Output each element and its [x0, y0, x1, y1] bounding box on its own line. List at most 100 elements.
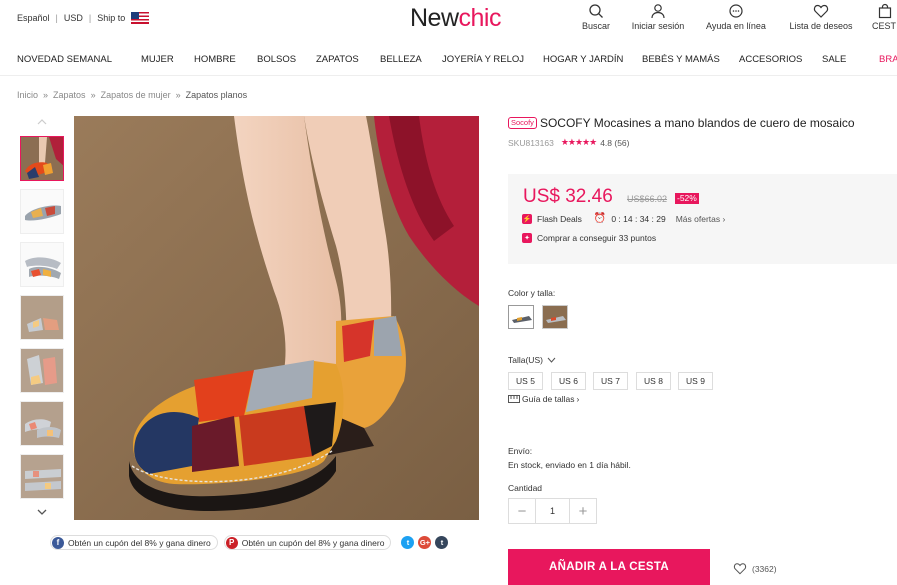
size-guide-link[interactable]: Guía de tallas ›: [508, 394, 579, 404]
logo-text-chic: chic: [458, 4, 502, 32]
breadcrumb-separator: »: [43, 90, 49, 100]
nav-item-mujer[interactable]: MUJER: [141, 54, 174, 65]
product-title: SOCOFY Mocasines a mano blandos de cuero…: [539, 116, 855, 130]
shipping-info: Envío: En stock, enviado en 1 día hábil.: [508, 446, 631, 470]
increase-quantity-button[interactable]: +: [570, 499, 596, 523]
quantity-label: Cantidad: [508, 483, 543, 493]
shipping-label: Envío:: [508, 446, 533, 456]
size-label-row[interactable]: Talla(US): [508, 355, 556, 365]
flash-deal-row: ⚡ Flash Deals ⏰ 0 : 14 : 34 : 29 Más ofe…: [522, 213, 725, 224]
product-thumbnail-image: [21, 190, 63, 233]
login-button[interactable]: Iniciar sesión: [628, 3, 688, 31]
language-selector[interactable]: Español: [17, 13, 50, 23]
thumbnail-6[interactable]: [20, 401, 64, 446]
nav-item-sale[interactable]: SALE: [822, 54, 846, 65]
thumbnail-2[interactable]: [20, 189, 64, 234]
nav-item-zapatos[interactable]: ZAPATOS: [316, 54, 359, 65]
nav-item-joyeria[interactable]: JOYERÍA Y RELOJ: [442, 54, 524, 65]
thumbnail-1[interactable]: [20, 136, 64, 181]
help-button[interactable]: Ayuda en línea: [702, 3, 770, 31]
brand-tag[interactable]: Socofy: [508, 117, 537, 129]
decrease-quantity-button[interactable]: −: [509, 499, 535, 523]
add-to-wishlist-button[interactable]: (3362): [733, 562, 777, 575]
thumbnail-5[interactable]: [20, 348, 64, 393]
search-icon: [589, 4, 603, 18]
google-plus-icon[interactable]: G+: [418, 536, 432, 549]
login-label: Iniciar sesión: [631, 21, 685, 31]
breadcrumb: Inicio » Zapatos » Zapatos de mujer » Za…: [17, 90, 247, 100]
shipping-text: En stock, enviado en 1 día hábil.: [508, 460, 631, 470]
chevron-down-icon[interactable]: [35, 506, 49, 518]
search-button[interactable]: Buscar: [578, 3, 614, 31]
cart-label: CEST: [872, 21, 897, 31]
thumbnail-strip: [19, 114, 65, 522]
nav-item-belleza[interactable]: BELLEZA: [380, 54, 422, 65]
wishlist-button[interactable]: Lista de deseos: [786, 3, 856, 31]
chevron-right-icon: ›: [722, 213, 726, 224]
divider: |: [88, 13, 92, 23]
chevron-up-icon[interactable]: [35, 116, 49, 128]
nav-item-novedad[interactable]: NOVEDAD SEMANAL: [17, 54, 112, 65]
facebook-share-button[interactable]: f Obtén un cupón del 8% y gana dinero: [50, 535, 218, 550]
nav-item-hombre[interactable]: HOMBRE: [194, 54, 236, 65]
chevron-down-icon: [547, 357, 556, 363]
size-option-us7[interactable]: US 7: [593, 372, 628, 390]
nav-item-hogar[interactable]: HOGAR Y JARDÍN: [543, 54, 623, 65]
thumbnail-4[interactable]: [20, 295, 64, 340]
product-main-image[interactable]: [74, 116, 479, 520]
points-icon: ✦: [522, 233, 532, 243]
product-thumbnail-image: [21, 137, 63, 180]
nav-item-bebes[interactable]: BEBÉS Y MAMÁS: [642, 54, 720, 65]
size-option-us9[interactable]: US 9: [678, 372, 713, 390]
color-swatch-2[interactable]: [542, 305, 568, 329]
price-box: US$ 32.46 US$66.02 -52% ⚡ Flash Deals ⏰ …: [508, 174, 897, 264]
twitter-icon[interactable]: t: [401, 536, 415, 549]
sku-rating-row: SKU813163 ★★★★★ 4.8 (56): [508, 137, 897, 148]
size-option-us8[interactable]: US 8: [636, 372, 671, 390]
breadcrumb-current: Zapatos planos: [185, 90, 248, 100]
points-row: ✦ Comprar a conseguir 33 puntos: [522, 233, 656, 243]
tumblr-icon[interactable]: t: [435, 536, 449, 549]
more-offers-link[interactable]: Más ofertas ›: [676, 214, 726, 224]
countdown-timer: 0 : 14 : 34 : 29: [611, 213, 666, 224]
product-thumbnail-image: [21, 402, 63, 445]
lightning-icon: ⚡: [522, 213, 532, 224]
rating-value[interactable]: 4.8 (56): [600, 138, 629, 148]
size-option-us5[interactable]: US 5: [508, 372, 543, 390]
search-label: Buscar: [581, 21, 610, 31]
quantity-stepper: − 1 +: [508, 498, 597, 524]
sku: SKU813163: [508, 137, 554, 148]
breadcrumb-zapatos-mujer[interactable]: Zapatos de mujer: [101, 90, 171, 100]
color-swatch-1[interactable]: [508, 305, 534, 329]
breadcrumb-home[interactable]: Inicio: [17, 90, 38, 100]
breadcrumb-zapatos[interactable]: Zapatos: [53, 90, 86, 100]
breadcrumb-separator: »: [175, 90, 181, 100]
more-offers-label: Más ofertas: [675, 213, 721, 224]
size-guide-label: Guía de tallas: [522, 394, 575, 404]
quantity-input[interactable]: 1: [535, 499, 570, 523]
product-photo: [74, 116, 479, 520]
add-to-cart-button[interactable]: AÑADIR A LA CESTA: [508, 549, 710, 585]
us-flag-icon[interactable]: [131, 12, 150, 24]
nav-item-accesorios[interactable]: ACCESORIOS: [739, 54, 802, 65]
bag-icon: [878, 3, 892, 19]
user-icon: [651, 4, 665, 19]
facebook-icon: f: [52, 536, 64, 549]
site-logo[interactable]: Newchic: [410, 4, 501, 33]
size-option-us6[interactable]: US 6: [551, 372, 586, 390]
product-thumbnail-image: [21, 243, 63, 286]
currency-selector[interactable]: USD: [64, 13, 83, 23]
thumbnail-7[interactable]: [20, 454, 64, 499]
nav-item-brand[interactable]: BRA: [879, 54, 897, 65]
ship-to-label[interactable]: Ship to: [97, 13, 125, 23]
breadcrumb-separator: »: [90, 90, 96, 100]
product-title-row: Socofy SOCOFY Mocasines a mano blandos d…: [508, 116, 897, 130]
rating-stars[interactable]: ★★★★★: [561, 137, 597, 148]
cart-button[interactable]: CEST: [872, 3, 897, 31]
heart-icon: [733, 563, 747, 575]
nav-item-bolsos[interactable]: BOLSOS: [257, 54, 296, 65]
locale-selector[interactable]: Español | USD | Ship to: [17, 12, 150, 24]
thumbnail-3[interactable]: [20, 242, 64, 287]
pinterest-share-button[interactable]: P Obtén un cupón del 8% y gana dinero: [223, 535, 392, 550]
swatch-image: [543, 306, 567, 328]
